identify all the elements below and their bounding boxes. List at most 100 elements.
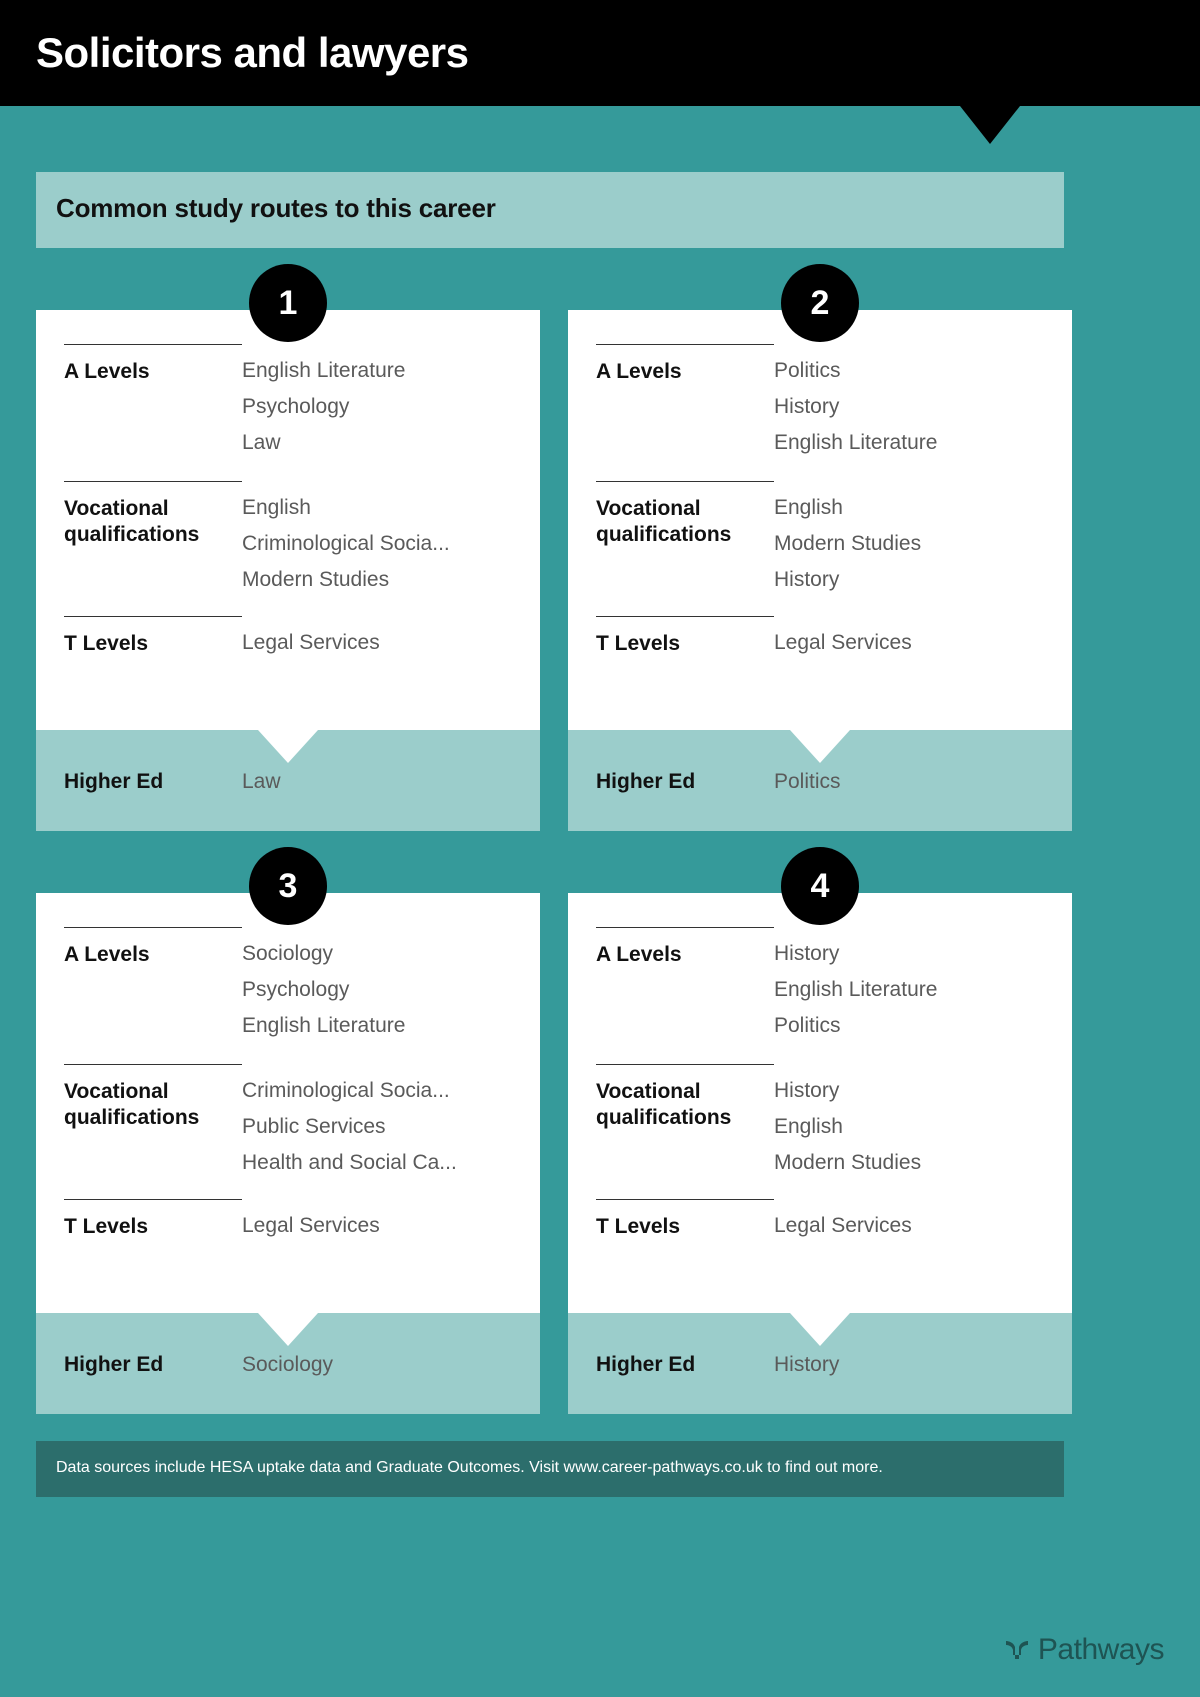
qualification-row-a-levels: A Levels English Literature Psychology L… [64, 344, 512, 461]
routes-grid: 1 A Levels English Literature Psychology… [36, 264, 1072, 1476]
qualification-list: Legal Services [242, 616, 380, 661]
qualification-row-t-levels: T Levels Legal Services [596, 616, 1044, 661]
list-item: Modern Studies [774, 532, 922, 555]
list-item: Criminological Socia... [242, 1079, 450, 1102]
qualification-label: T Levels [596, 616, 774, 661]
list-item: English [774, 496, 843, 519]
qualification-label: A Levels [596, 344, 774, 461]
section-banner: Common study routes to this career [36, 172, 1064, 248]
list-item: History [774, 568, 840, 591]
route-card-body: A Levels Politics History English Litera… [568, 310, 1072, 730]
qualification-list: English Criminological Socia... Modern S… [242, 481, 450, 598]
section-banner-label: Common study routes to this career [56, 193, 496, 223]
higher-ed-content: Higher Ed Politics [596, 770, 841, 794]
header-notch-triangle [960, 106, 1020, 144]
higher-ed-notch-triangle [258, 1313, 318, 1346]
higher-ed-content: Higher Ed Law [64, 770, 281, 794]
qualification-list: Legal Services [242, 1199, 380, 1244]
list-item: English Literature [242, 1014, 406, 1037]
list-item: Legal Services [774, 1214, 912, 1237]
qualification-label: Vocational qualifications [596, 1064, 774, 1181]
list-item: History [774, 942, 840, 965]
higher-ed-content: Higher Ed Sociology [64, 1353, 333, 1377]
qualification-label: T Levels [64, 1199, 242, 1244]
route-number-badge: 2 [781, 264, 859, 342]
list-item: Public Services [242, 1115, 386, 1138]
list-item: Psychology [242, 395, 350, 418]
higher-ed-value: Politics [774, 770, 841, 793]
list-item: English Literature [774, 978, 938, 1001]
list-item: Legal Services [774, 631, 912, 654]
qualification-label: A Levels [64, 927, 242, 1044]
qualification-list: English Modern Studies History [774, 481, 921, 598]
route-card-4[interactable]: 4 A Levels History English Literature Po… [568, 847, 1072, 1414]
list-item: Politics [774, 359, 841, 382]
list-item: Legal Services [242, 1214, 380, 1237]
routes-row-1: 1 A Levels English Literature Psychology… [36, 264, 1072, 831]
higher-ed-band: Higher Ed Sociology [36, 1313, 540, 1414]
qualification-row-vocational: Vocational qualifications Criminological… [64, 1064, 512, 1181]
route-card-1[interactable]: 1 A Levels English Literature Psychology… [36, 264, 540, 831]
higher-ed-notch-triangle [790, 730, 850, 763]
qualification-row-vocational: Vocational qualifications History Englis… [596, 1064, 1044, 1181]
qualification-row-a-levels: A Levels History English Literature Poli… [596, 927, 1044, 1044]
higher-ed-label: Higher Ed [64, 770, 164, 793]
route-number-badge: 3 [249, 847, 327, 925]
page-header: Solicitors and lawyers [0, 0, 1200, 106]
higher-ed-notch-triangle [790, 1313, 850, 1346]
list-item: Health and Social Ca... [242, 1151, 457, 1174]
list-item: Law [242, 431, 281, 454]
data-source-bar: Data sources include HESA uptake data an… [36, 1441, 1064, 1497]
higher-ed-band: Higher Ed Law [36, 730, 540, 831]
list-item: Legal Services [242, 631, 380, 654]
higher-ed-band: Higher Ed Politics [568, 730, 1072, 831]
list-item: English [242, 496, 311, 519]
higher-ed-notch-triangle [258, 730, 318, 763]
qualification-row-a-levels: A Levels Politics History English Litera… [596, 344, 1044, 461]
qualification-label: A Levels [64, 344, 242, 461]
list-item: English Literature [242, 359, 406, 382]
routes-row-2: 3 A Levels Sociology Psychology English … [36, 847, 1072, 1414]
qualification-list: Legal Services [774, 616, 912, 661]
qualification-row-t-levels: T Levels Legal Services [64, 616, 512, 661]
route-card-body: A Levels History English Literature Poli… [568, 893, 1072, 1313]
list-item: Criminological Socia... [242, 532, 450, 555]
qualification-list: Criminological Socia... Public Services … [242, 1064, 457, 1181]
qualification-row-vocational: Vocational qualifications English Modern… [596, 481, 1044, 598]
infographic-page: Solicitors and lawyers Common study rout… [0, 0, 1200, 1697]
route-card-3[interactable]: 3 A Levels Sociology Psychology English … [36, 847, 540, 1414]
route-card-body: A Levels Sociology Psychology English Li… [36, 893, 540, 1313]
pathways-logo: Pathways [1004, 1633, 1165, 1667]
list-item: Psychology [242, 978, 350, 1001]
list-item: History [774, 1079, 840, 1102]
qualification-label: T Levels [596, 1199, 774, 1244]
qualification-list: History English Literature Politics [774, 927, 937, 1044]
list-item: History [774, 395, 840, 418]
higher-ed-label: Higher Ed [596, 1353, 696, 1376]
qualification-list: Politics History English Literature [774, 344, 937, 461]
pathways-logo-text: Pathways [1037, 1633, 1165, 1666]
list-item: Modern Studies [242, 568, 390, 591]
qualification-label: Vocational qualifications [64, 1064, 242, 1181]
qualification-row-a-levels: A Levels Sociology Psychology English Li… [64, 927, 512, 1044]
higher-ed-label: Higher Ed [64, 1353, 164, 1376]
higher-ed-value: Sociology [242, 1353, 334, 1376]
route-card-2[interactable]: 2 A Levels Politics History English Lite… [568, 264, 1072, 831]
qualification-row-t-levels: T Levels Legal Services [64, 1199, 512, 1244]
qualification-list: Legal Services [774, 1199, 912, 1244]
higher-ed-band: Higher Ed History [568, 1313, 1072, 1414]
qualification-label: A Levels [596, 927, 774, 1044]
qualification-label: T Levels [64, 616, 242, 661]
data-source-text: Data sources include HESA uptake data an… [56, 1459, 883, 1476]
qualification-label: Vocational qualifications [596, 481, 774, 598]
higher-ed-label: Higher Ed [596, 770, 696, 793]
pathways-fork-icon [1005, 1641, 1028, 1659]
list-item: English [774, 1115, 843, 1138]
qualification-list: English Literature Psychology Law [242, 344, 405, 461]
route-card-body: A Levels English Literature Psychology L… [36, 310, 540, 730]
list-item: English Literature [774, 431, 938, 454]
route-number-badge: 1 [249, 264, 327, 342]
page-title: Solicitors and lawyers [36, 29, 469, 76]
higher-ed-value: Law [242, 770, 281, 793]
qualification-row-vocational: Vocational qualifications English Crimin… [64, 481, 512, 598]
